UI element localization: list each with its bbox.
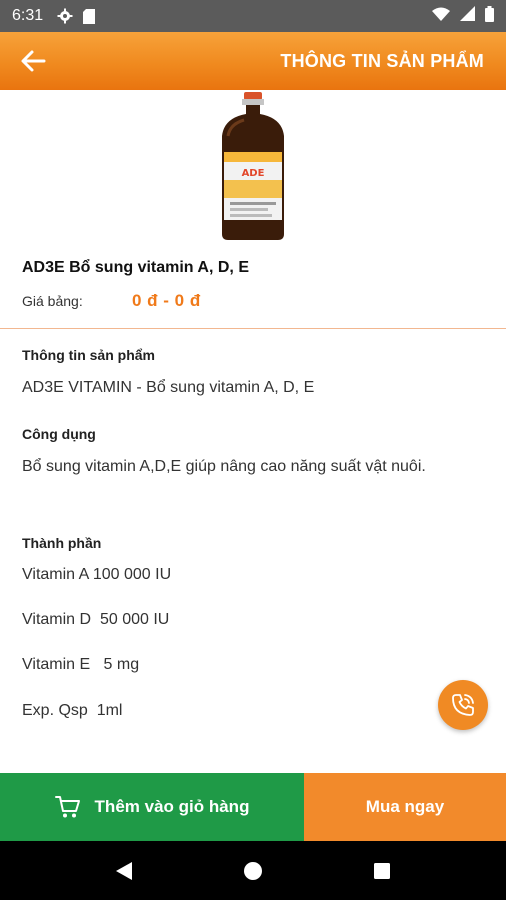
navigation-bar	[0, 841, 506, 900]
call-button[interactable]	[438, 680, 488, 730]
add-to-cart-label: Thêm vào giỏ hàng	[94, 797, 250, 816]
divider	[0, 328, 506, 329]
product-image: ADE	[210, 92, 296, 242]
price-value: 0 đ - 0 đ	[132, 291, 201, 310]
ingredient-item: Vitamin E 5 mg	[22, 656, 140, 673]
section-text-info: AD3E VITAMIN - Bổ sung vitamin A, D, E	[22, 379, 315, 396]
bottle-label-text: ADE	[242, 168, 265, 179]
square-recents-icon	[373, 862, 390, 879]
ingredient-item: Vitamin A 100 000 IU	[22, 566, 172, 583]
buy-now-label: Mua ngay	[365, 797, 445, 816]
nav-home-button[interactable]	[233, 851, 273, 891]
ingredient-item: Vitamin D 50 000 IU	[22, 611, 170, 628]
product-name: AD3E Bổ sung vitamin A, D, E	[22, 259, 249, 276]
app-bar: THÔNG TIN SẢN PHẨM	[0, 32, 506, 90]
signal-icon	[460, 6, 475, 26]
wifi-icon	[432, 7, 450, 26]
back-button[interactable]	[16, 44, 50, 78]
price-label: Giá bảng:	[22, 293, 83, 309]
phone-call-icon	[452, 694, 474, 716]
arrow-left-icon	[21, 50, 46, 72]
cart-icon	[54, 795, 81, 819]
section-text-usage: Bổ sung vitamin A,D,E giúp nâng cao năng…	[22, 458, 426, 475]
price-row: Giá bảng: 0 đ - 0 đ	[22, 291, 201, 311]
section-heading-info: Thông tin sản phẩm	[22, 347, 155, 363]
status-bar: 6:31	[0, 0, 506, 32]
nav-back-button[interactable]	[104, 851, 144, 891]
battery-icon	[485, 5, 494, 27]
bottom-action-bar: Thêm vào giỏ hàng Mua ngay	[0, 773, 506, 841]
page-title: THÔNG TIN SẢN PHẨM	[280, 50, 484, 71]
section-heading-ingredients: Thành phần	[22, 535, 102, 551]
triangle-back-icon	[116, 861, 133, 880]
nav-recents-button[interactable]	[362, 851, 402, 891]
sd-card-icon	[83, 8, 96, 24]
status-time: 6:31	[12, 7, 44, 24]
add-to-cart-button[interactable]: Thêm vào giỏ hàng	[0, 773, 304, 841]
buy-now-button[interactable]: Mua ngay	[304, 773, 506, 841]
gear-icon	[57, 8, 73, 24]
ingredient-item: Exp. Qsp 1ml	[22, 702, 123, 719]
section-heading-usage: Công dụng	[22, 426, 96, 442]
circle-home-icon	[243, 861, 262, 880]
